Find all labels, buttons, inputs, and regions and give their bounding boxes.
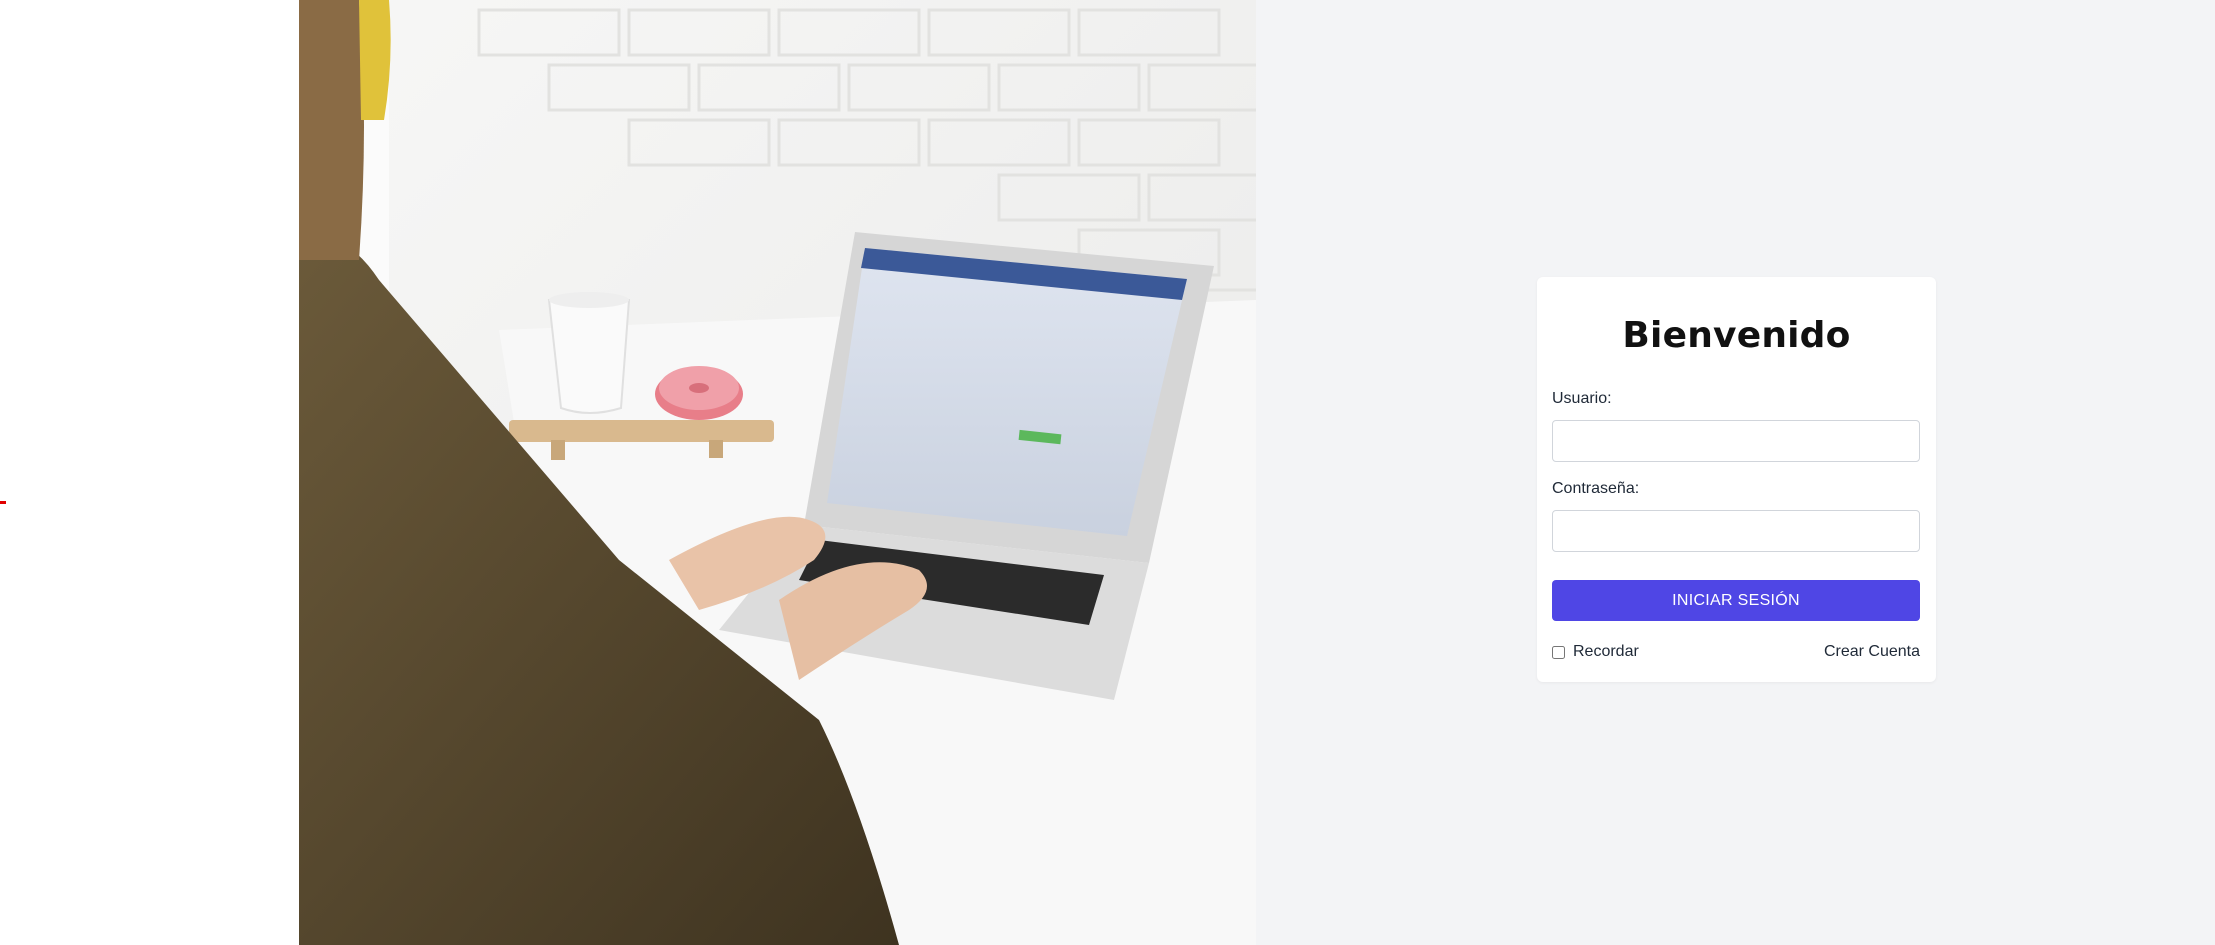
create-account-link[interactable]: Crear Cuenta <box>1824 643 1920 661</box>
login-button[interactable]: INICIAR SESIÓN <box>1552 580 1920 621</box>
laptop-photo-illustration <box>299 0 1256 945</box>
username-label: Usuario: <box>1552 390 1612 407</box>
left-blank-area <box>0 0 299 945</box>
remember-checkbox[interactable] <box>1552 645 1565 659</box>
login-title: Bienvenido <box>1622 315 1851 356</box>
username-input[interactable] <box>1552 420 1920 462</box>
red-marker <box>0 501 6 504</box>
hero-image <box>299 0 1256 945</box>
remember-option[interactable]: Recordar <box>1552 643 1639 661</box>
remember-label: Recordar <box>1573 643 1639 660</box>
login-card: Bienvenido Usuario: Contraseña: INICIAR … <box>1537 277 1936 682</box>
password-input[interactable] <box>1552 510 1920 552</box>
password-label: Contraseña: <box>1552 480 1640 497</box>
